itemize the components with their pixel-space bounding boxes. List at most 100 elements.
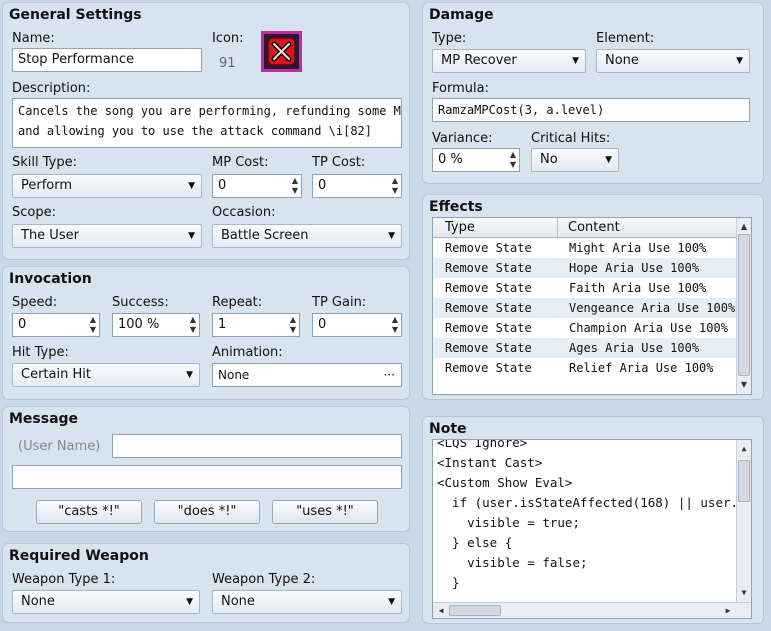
weapon-type-1-select[interactable]: None ▼ [12,590,200,614]
mp-cost-label: MP Cost: [212,155,269,170]
effect-content-cell: Relief Aria Use 100% [569,361,714,375]
scroll-up-icon[interactable]: ▲ [737,222,751,231]
chevron-down-icon: ▼ [388,597,395,607]
description-line-2: and allowing you to use the attack comma… [18,124,373,138]
description-textarea[interactable]: Cancels the song you are performing, ref… [12,98,402,148]
spinner-arrows-icon[interactable]: ▲ ▼ [510,150,516,170]
tp-cost-spinner[interactable]: 0 ▲ ▼ [312,174,402,198]
weapon-type-1-label: Weapon Type 1: [12,572,116,587]
casts-button[interactable]: "casts *!" [36,500,142,524]
message-line-2-input[interactable] [12,465,402,489]
element-select[interactable]: None ▼ [596,49,750,73]
effect-type-cell: Remove State [445,361,532,375]
spinner-arrows-icon[interactable]: ▲ ▼ [290,315,296,335]
note-panel: Note <LQS Ignore> <Instant Cast> <Custom S… [422,416,764,624]
message-panel: Message (User Name) "casts *!" "does *!"… [2,406,410,532]
more-icon[interactable]: ··· [384,364,395,386]
chevron-down-icon: ▼ [186,370,193,380]
spinner-arrows-icon[interactable]: ▲ ▼ [90,315,96,335]
table-row[interactable]: Remove State Might Aria Use 100% [433,238,736,258]
effects-scrollbar[interactable]: ▲ ▼ [736,218,751,394]
spinner-arrows-icon[interactable]: ▲ ▼ [292,176,298,196]
scroll-right-icon[interactable]: ▶ [721,606,735,615]
table-row[interactable]: Remove State Hope Aria Use 100% [433,258,736,278]
element-label: Element: [596,31,655,46]
critical-hits-label: Critical Hits: [531,131,611,146]
skill-type-select[interactable]: Perform ▼ [12,174,202,198]
note-textarea[interactable]: <LQS Ignore> <Instant Cast> <Custom Show E… [432,439,752,619]
table-row[interactable]: Remove State Vengeance Aria Use 100% [433,298,736,318]
scroll-left-icon[interactable]: ◀ [434,606,448,615]
does-button[interactable]: "does *!" [154,500,260,524]
damage-type-select[interactable]: MP Recover ▼ [432,49,586,73]
message-title: Message [9,411,79,427]
table-row[interactable]: Remove State Champion Aria Use 100% [433,318,736,338]
effect-type-cell: Remove State [445,261,532,275]
formula-input[interactable]: RamzaMPCost(3, a.level) [432,98,750,122]
occasion-value: Battle Screen [221,228,309,243]
col-type-header[interactable]: Type [445,218,475,237]
description-line-1: Cancels the song you are performing, ref… [18,104,402,118]
table-row[interactable]: Remove State Ages Aria Use 100% [433,338,736,358]
speed-value: 0 [18,317,27,332]
chevron-down-icon: ▼ [388,231,395,241]
note-line: <LQS Ignore> [437,439,528,450]
weapon-type-2-select[interactable]: None ▼ [212,590,402,614]
scroll-down-icon[interactable]: ▼ [737,380,751,389]
occasion-select[interactable]: Battle Screen ▼ [212,224,402,248]
chevron-down-icon: ▼ [186,597,193,607]
icon-label: Icon: [212,31,244,46]
tp-gain-spinner[interactable]: 0 ▲ ▼ [312,313,402,337]
success-spinner[interactable]: 100 % ▲ ▼ [112,313,200,337]
invocation-panel: Invocation Speed: 0 ▲ ▼ Success: 100 % ▲ ▼ R… [2,266,410,400]
mp-cost-spinner[interactable]: 0 ▲ ▼ [212,174,302,198]
note-horizontal-scrollbar[interactable]: ◀ ▶ [433,602,751,618]
skill-icon-button[interactable] [261,31,302,72]
chevron-down-icon: ▼ [188,231,195,241]
skill-type-value: Perform [21,178,73,193]
effect-content-cell: Champion Aria Use 100% [569,321,728,335]
tp-gain-label: TP Gain: [312,295,367,310]
name-input[interactable]: Stop Performance [12,48,202,72]
scope-select[interactable]: The User ▼ [12,224,202,248]
repeat-spinner[interactable]: 1 ▲ ▼ [212,313,300,337]
mp-cost-value: 0 [218,178,227,193]
damage-panel: Damage Type: MP Recover ▼ Element: None ▼ … [422,2,764,184]
scroll-thumb[interactable] [738,234,750,376]
hit-type-select[interactable]: Certain Hit ▼ [12,363,200,387]
damage-type-label: Type: [432,31,467,46]
note-line: } else { [437,535,513,550]
spinner-arrows-icon[interactable]: ▲ ▼ [190,315,196,335]
required-weapon-panel: Required Weapon Weapon Type 1: None ▼ Wea… [2,543,410,623]
success-label: Success: [112,295,169,310]
table-row[interactable]: Remove State Faith Aria Use 100% [433,278,736,298]
variance-spinner[interactable]: 0 % ▲ ▼ [432,148,520,172]
spinner-arrows-icon[interactable]: ▲ ▼ [392,176,398,196]
scroll-thumb[interactable] [449,605,501,616]
tp-gain-value: 0 [318,317,327,332]
speed-label: Speed: [12,295,58,310]
chevron-down-icon: ▼ [736,56,743,66]
effects-title: Effects [429,199,483,215]
note-line: } [437,575,460,590]
scroll-down-icon[interactable]: ▼ [737,588,751,597]
repeat-label: Repeat: [212,295,263,310]
animation-picker[interactable]: None ··· [212,363,402,387]
note-vertical-scrollbar[interactable]: ▲ ▼ [736,440,751,602]
scroll-thumb[interactable] [738,460,750,502]
spinner-arrows-icon[interactable]: ▲ ▼ [392,315,398,335]
icon-index: 91 [219,56,236,71]
critical-hits-select[interactable]: No ▼ [531,148,619,172]
animation-value: None [218,368,250,382]
effect-type-cell: Remove State [445,341,532,355]
weapon-type-1-value: None [21,594,55,609]
uses-button[interactable]: "uses *!" [272,500,378,524]
effect-content-cell: Faith Aria Use 100% [569,281,707,295]
scroll-up-icon[interactable]: ▲ [737,444,751,453]
message-line-1-input[interactable] [112,434,402,458]
col-content-header[interactable]: Content [568,218,620,237]
effects-table[interactable]: Type Content Remove State Might Aria Use … [432,217,752,395]
speed-spinner[interactable]: 0 ▲ ▼ [12,313,100,337]
user-name-placeholder: (User Name) [18,439,101,454]
table-row[interactable]: Remove State Relief Aria Use 100% [433,358,736,378]
